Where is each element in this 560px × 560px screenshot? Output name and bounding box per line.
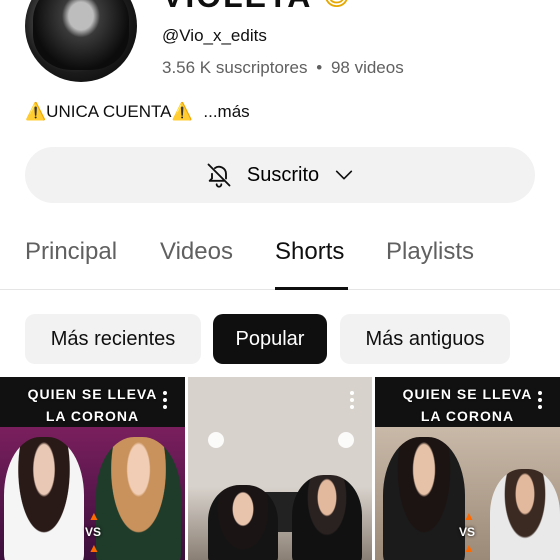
overlay-line: QUIEN SE LLEVA: [27, 386, 158, 402]
cat-emoji-icon: 😺: [322, 0, 358, 12]
fire-icon: ▲: [88, 541, 100, 555]
fire-icon: ▲: [88, 509, 100, 523]
overlay-line: QUIEN SE LLEVA: [402, 386, 533, 402]
short-thumbnail[interactable]: QUIEN SE LLEVA LA CORONA ▲ VS ▲: [375, 377, 560, 560]
short-thumbnail[interactable]: [188, 377, 372, 560]
avatar-photo: [33, 0, 129, 70]
subscriber-count: 3.56 K suscriptores: [162, 58, 308, 77]
thumbnail-person: [96, 437, 181, 560]
channel-avatar[interactable]: [25, 0, 137, 82]
ceiling-light: [338, 432, 354, 448]
vs-label: VS: [459, 525, 476, 539]
vs-label: VS: [85, 525, 102, 539]
channel-name: VIOLETA: [162, 0, 312, 15]
more-vert-icon[interactable]: [162, 391, 168, 413]
channel-stats: 3.56 K suscriptores • 98 videos: [162, 58, 404, 78]
thumbnail-person: [490, 469, 560, 560]
short-thumbnail[interactable]: QUIEN SE LLEVA LA CORONA ▲ VS ▲: [0, 377, 185, 560]
subscribed-button[interactable]: Suscrito: [25, 147, 535, 203]
description-text: ⚠️UNICA CUENTA⚠️: [25, 102, 193, 121]
subscribed-label: Suscrito: [246, 163, 320, 186]
more-link[interactable]: ...más: [203, 102, 249, 121]
more-vert-icon[interactable]: [537, 391, 543, 413]
overlay-line: LA CORONA: [420, 408, 515, 424]
active-tab-indicator: [275, 287, 348, 290]
video-count: 98 videos: [330, 58, 404, 77]
tab-playlists[interactable]: Playlists: [386, 238, 474, 266]
thumbnail-person: [292, 475, 362, 560]
chip-mas-antiguos[interactable]: Más antiguos: [340, 314, 510, 364]
thumbnail-person: [383, 437, 465, 560]
more-vert-icon[interactable]: [349, 391, 355, 413]
overlay-line: LA CORONA: [45, 408, 140, 424]
thumbnail-person: [208, 485, 278, 560]
stats-separator: •: [316, 58, 323, 77]
ceiling-light: [208, 432, 224, 448]
fire-icon: ▲: [463, 509, 475, 523]
tab-shorts[interactable]: Shorts: [275, 238, 344, 266]
bell-off-icon: [205, 161, 233, 189]
channel-description[interactable]: ⚠️UNICA CUENTA⚠️ ...más: [25, 102, 250, 122]
channel-tabs: Principal Videos Shorts Playlists: [0, 226, 560, 290]
short-overlay-title: QUIEN SE LLEVA LA CORONA: [375, 383, 560, 427]
tab-videos[interactable]: Videos: [160, 238, 233, 266]
fire-icon: ▲: [463, 541, 475, 555]
thumbnail-person: [4, 437, 84, 560]
chip-mas-recientes[interactable]: Más recientes: [25, 314, 201, 364]
chip-popular[interactable]: Popular: [213, 314, 327, 364]
short-overlay-title: QUIEN SE LLEVA LA CORONA: [0, 383, 185, 427]
tab-principal[interactable]: Principal: [25, 238, 117, 266]
chevron-down-icon: [333, 164, 355, 186]
channel-handle: @Vio_x_edits: [162, 26, 267, 45]
